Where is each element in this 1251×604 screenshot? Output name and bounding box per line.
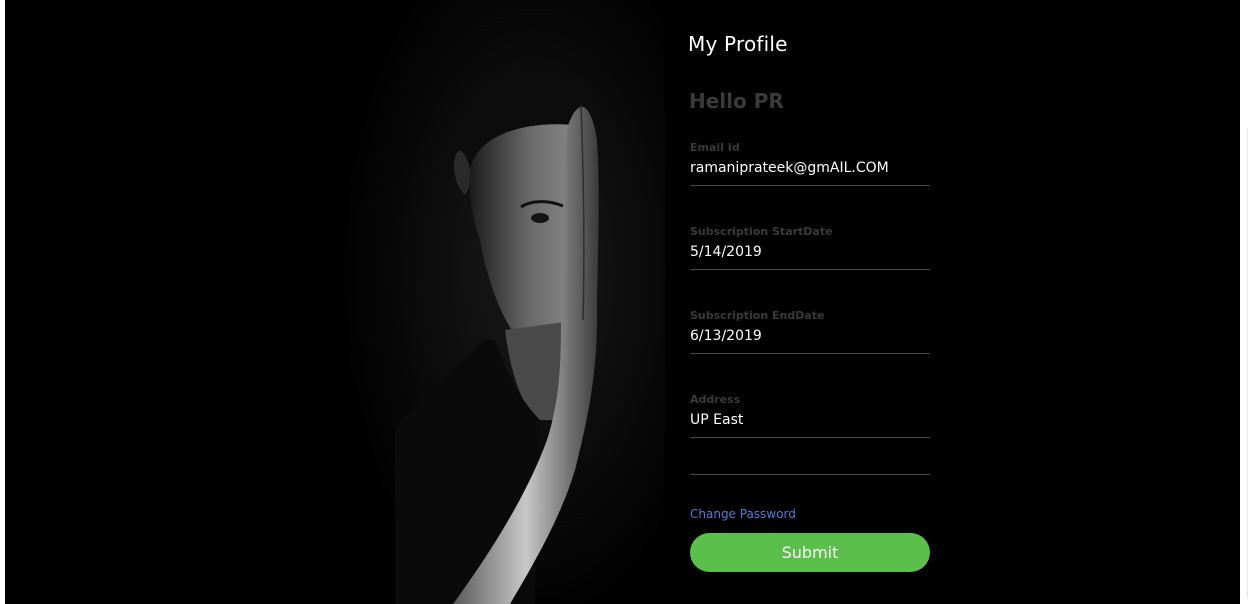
submit-button[interactable]: Submit [690,533,930,572]
page-title: My Profile [688,32,788,56]
subscription-start-input[interactable] [690,242,930,262]
email-field: Email Id [690,140,930,186]
portrait-image [335,0,665,604]
subscription-end-underline [690,353,930,354]
subscription-start-underline [690,269,930,270]
email-input[interactable] [690,158,930,178]
subscription-start-field: Subscription StartDate [690,224,930,270]
blank-field-underline[interactable] [690,474,930,475]
profile-form: My Profile Hello PR Email Id Subscriptio… [685,0,930,604]
greeting-text: Hello PR [689,89,784,113]
subscription-start-label: Subscription StartDate [690,225,833,238]
address-field: Address [690,392,930,438]
profile-page: My Profile Hello PR Email Id Subscriptio… [5,0,1240,604]
address-input[interactable] [690,410,930,430]
scrollbar-track[interactable] [1247,128,1248,598]
change-password-link[interactable]: Change Password [690,507,796,521]
window-edge [1240,0,1251,604]
email-underline [690,185,930,186]
subscription-end-input[interactable] [690,326,930,346]
subscription-end-label: Subscription EndDate [690,309,825,322]
email-label: Email Id [690,141,740,154]
subscription-end-field: Subscription EndDate [690,308,930,354]
address-underline [690,437,930,438]
address-label: Address [690,393,741,406]
